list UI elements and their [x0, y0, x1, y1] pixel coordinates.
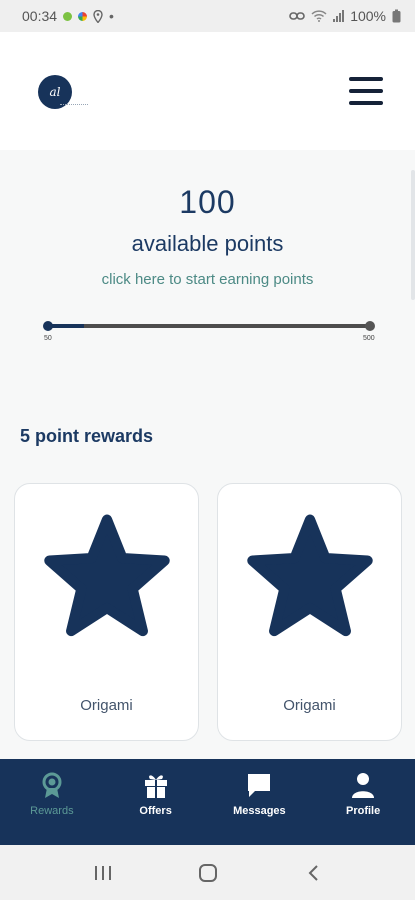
hamburger-icon[interactable] [349, 77, 383, 105]
more-notifications-icon: • [109, 8, 114, 24]
progress-track [48, 324, 370, 328]
start-earning-link[interactable]: click here to start earning points [102, 271, 314, 288]
battery-level: 100% [350, 8, 386, 24]
link-icon [289, 12, 305, 20]
status-time: 00:34 [22, 8, 58, 24]
nav-profile-label: Profile [346, 805, 381, 817]
points-label: available points [131, 231, 284, 256]
hamburger-line [349, 101, 383, 105]
system-nav-bar [0, 845, 415, 900]
progress-min-label: 50 [44, 335, 52, 342]
user-icon [352, 773, 375, 798]
nav-messages[interactable]: Messages [208, 759, 312, 845]
reward-card[interactable]: Origami [14, 483, 199, 741]
scroll-indicator[interactable] [411, 170, 415, 300]
points-value: 100 [179, 184, 236, 220]
wifi-icon [311, 10, 327, 22]
nav-offers-label: Offers [139, 805, 172, 817]
nav-offers[interactable]: Offers [104, 759, 208, 845]
browser-notification-icon [78, 11, 88, 21]
progress-fill [48, 324, 84, 328]
reward-card-label: Origami [283, 697, 336, 714]
logo-tagline-line [60, 104, 88, 105]
progress-max-label: 500 [363, 335, 375, 342]
gift-icon [144, 775, 167, 798]
nav-profile[interactable]: Profile [311, 759, 415, 845]
signal-icon [333, 10, 345, 22]
home-icon[interactable] [196, 861, 220, 885]
award-ribbon-icon [42, 772, 62, 798]
hamburger-line [349, 77, 383, 81]
points-progress-bar [43, 320, 375, 332]
app-header: al [0, 32, 415, 150]
points-summary: 100 available points click here to start… [0, 150, 415, 289]
recent-apps-icon[interactable] [91, 861, 115, 885]
reward-card-label: Origami [80, 697, 133, 714]
battery-icon [392, 9, 401, 23]
reward-card[interactable]: Origami [217, 483, 402, 741]
app-notification-icon [63, 11, 73, 21]
bottom-nav: Rewards Offers Messages Profile [0, 759, 415, 845]
nav-messages-label: Messages [233, 805, 286, 817]
star-icon [247, 514, 373, 637]
back-icon[interactable] [301, 861, 325, 885]
nav-rewards[interactable]: Rewards [0, 759, 104, 845]
chat-bubble-icon [248, 774, 271, 797]
brand-logo[interactable]: al [38, 71, 98, 111]
progress-start-dot [43, 321, 53, 331]
nav-rewards-label: Rewards [30, 805, 74, 817]
progress-end-dot [365, 321, 375, 331]
rewards-section-title: 5 point rewards [20, 426, 154, 446]
star-icon [44, 514, 170, 637]
status-bar: 00:34 • 100% [0, 0, 415, 32]
location-icon [93, 9, 103, 23]
hamburger-line [349, 89, 383, 93]
